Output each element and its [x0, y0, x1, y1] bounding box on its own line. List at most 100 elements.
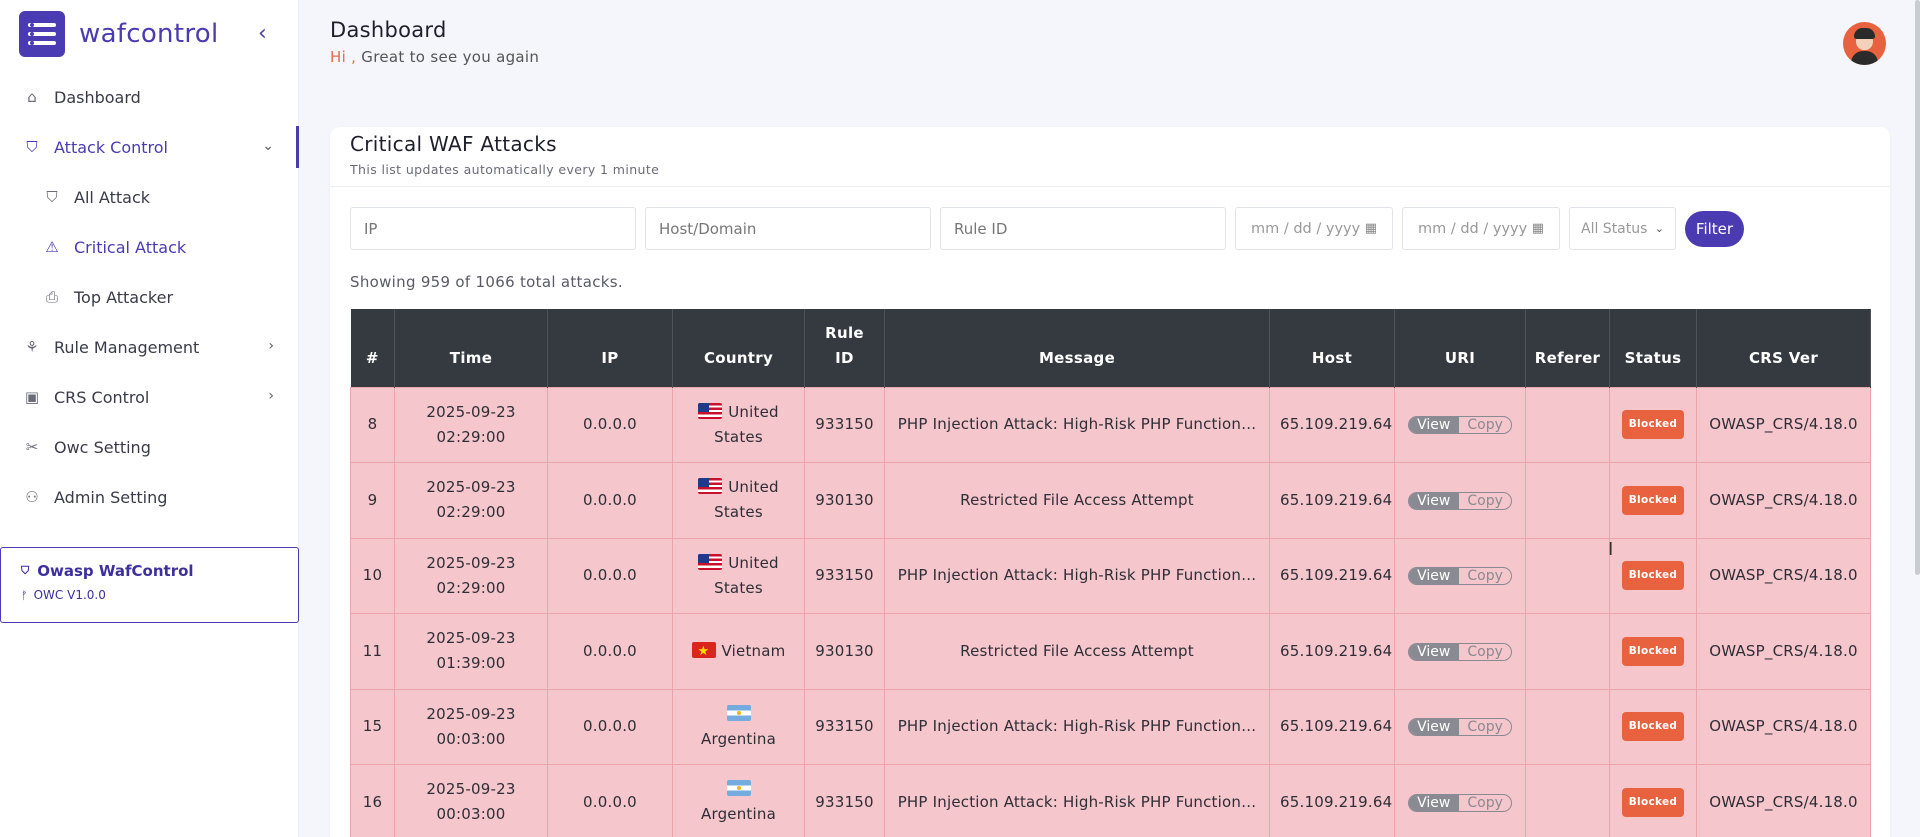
date-to-input[interactable]: mm / dd / yyyy ▦: [1402, 207, 1560, 250]
home-icon: ⌂: [27, 88, 37, 106]
cell-message: PHP Injection Attack: High-Risk PHP Func…: [884, 688, 1270, 765]
col-header-rule-id[interactable]: Rule ID: [804, 309, 885, 387]
cell-status: Blocked: [1609, 688, 1697, 765]
col-header-country[interactable]: Country: [672, 309, 805, 387]
copy-uri-button[interactable]: Copy: [1458, 794, 1511, 811]
uri-button-group: View Copy: [1408, 793, 1512, 812]
uri-button-group: View Copy: [1408, 491, 1512, 510]
cell-referer: [1525, 613, 1610, 690]
nodes-icon: ⚘: [25, 338, 39, 356]
greeting-text: Great to see you again: [361, 48, 540, 66]
col-header-referer[interactable]: Referer: [1525, 309, 1610, 387]
cell-message: PHP Injection Attack: High-Risk PHP Func…: [884, 386, 1270, 463]
status-badge: Blocked: [1621, 561, 1685, 591]
cell-referer: [1525, 764, 1610, 837]
filter-button[interactable]: Filter: [1685, 210, 1744, 247]
cell-country: United States: [672, 386, 805, 463]
sidebar-item-attack-control[interactable]: ⛉ Attack Control ⌄: [0, 122, 299, 172]
host-input[interactable]: [645, 207, 931, 250]
calendar-icon[interactable]: ▦: [1532, 221, 1544, 236]
sidebar-item-admin-setting[interactable]: ⚇ Admin Setting: [0, 472, 299, 522]
cell-message: Restricted File Access Attempt: [884, 613, 1270, 690]
brand-logo-icon: [19, 11, 65, 57]
col-header-ip[interactable]: IP: [547, 309, 673, 387]
rule-id-input[interactable]: [940, 207, 1226, 250]
sidebar-item-top-attacker[interactable]: ⎙ Top Attacker: [0, 272, 299, 322]
view-uri-button[interactable]: View: [1409, 719, 1459, 736]
view-uri-button[interactable]: View: [1409, 643, 1459, 660]
table-row[interactable]: 16 2025-09-23 00:03:00 0.0.0.0 Argentina 9331…: [350, 764, 1871, 837]
col-header-crs[interactable]: CRS Ver: [1696, 309, 1871, 387]
date-from-input[interactable]: mm / dd / yyyy ▦: [1235, 207, 1393, 250]
cell-crs: OWASP_CRS/4.18.0: [1696, 537, 1871, 614]
table-header-row: # Time IP Country Rule ID Message Host UR…: [350, 309, 1871, 387]
table-row[interactable]: 8 2025-09-23 02:29:00 0.0.0.0 United States 93…: [350, 386, 1871, 463]
col-header-message[interactable]: Message: [884, 309, 1270, 387]
table-row[interactable]: 10 2025-09-23 02:29:00 0.0.0.0 United States 9…: [350, 537, 1871, 614]
status-select[interactable]: All Status ⌄: [1569, 207, 1676, 250]
cell-uri: View Copy: [1394, 688, 1526, 765]
col-header-host[interactable]: Host: [1269, 309, 1395, 387]
cell-message: PHP Injection Attack: High-Risk PHP Func…: [884, 537, 1270, 614]
status-badge: Blocked: [1621, 410, 1685, 440]
sidebar-item-label: Top Attacker: [74, 287, 174, 307]
brand-name: wafcontrol: [79, 19, 219, 49]
chevron-right-icon: ›: [268, 388, 274, 404]
sidebar-item-all-attack[interactable]: ⛉ All Attack: [0, 172, 299, 222]
cell-crs: OWASP_CRS/4.18.0: [1696, 386, 1871, 463]
view-uri-button[interactable]: View: [1409, 568, 1459, 585]
cell-message: Restricted File Access Attempt: [884, 462, 1270, 539]
view-uri-button[interactable]: View: [1409, 417, 1459, 434]
sidebar-item-owc-setting[interactable]: ✂ Owc Setting: [0, 422, 299, 472]
sidebar-item-critical-attack[interactable]: ⚠ Critical Attack: [0, 222, 299, 272]
cell-crs: OWASP_CRS/4.18.0: [1696, 462, 1871, 539]
cell-rule-id: 933150: [804, 537, 885, 614]
avatar[interactable]: [1843, 22, 1886, 65]
col-header-time[interactable]: Time: [394, 309, 548, 387]
sidebar-nav: ⌂ Dashboard ⛉ Attack Control ⌄ ⛉ All Att…: [0, 72, 299, 522]
cell-uri: View Copy: [1394, 537, 1526, 614]
attacks-card: Critical WAF Attacks This list updates a…: [330, 127, 1890, 837]
view-uri-button[interactable]: View: [1409, 794, 1459, 811]
copy-uri-button[interactable]: Copy: [1458, 719, 1511, 736]
brand[interactable]: wafcontrol: [19, 11, 218, 57]
cell-time: 2025-09-23 02:29:00: [394, 537, 548, 614]
col-header-status[interactable]: Status: [1609, 309, 1697, 387]
col-header-uri[interactable]: URI: [1394, 309, 1526, 387]
table-row[interactable]: 15 2025-09-23 00:03:00 0.0.0.0 Argentina 9331…: [350, 688, 1871, 765]
cell-ip: 0.0.0.0: [547, 613, 673, 690]
cell-rule-id: 933150: [804, 764, 885, 837]
sidebar-item-label: Rule Management: [54, 337, 200, 357]
cell-host: 65.109.219.64: [1269, 764, 1395, 837]
copy-uri-button[interactable]: Copy: [1458, 492, 1511, 509]
sidebar-item-label: CRS Control: [54, 387, 150, 407]
cell-num: 16: [350, 764, 395, 837]
view-uri-button[interactable]: View: [1409, 492, 1459, 509]
page-scrollbar[interactable]: [1915, 0, 1920, 575]
date-to-value: mm / dd / yyyy: [1418, 220, 1528, 237]
sidebar-item-rule-management[interactable]: ⚘ Rule Management ›: [0, 322, 299, 372]
cell-rule-id: 933150: [804, 688, 885, 765]
page-title: Dashboard: [330, 18, 447, 42]
copy-uri-button[interactable]: Copy: [1458, 643, 1511, 660]
sidebar-collapse-chevron-left-icon[interactable]: ‹: [258, 22, 278, 46]
col-header-num[interactable]: #: [350, 309, 395, 387]
cell-num: 15: [350, 688, 395, 765]
copy-uri-button[interactable]: Copy: [1458, 568, 1511, 585]
calendar-icon[interactable]: ▦: [1365, 221, 1377, 236]
shield-icon: ⛉: [46, 188, 58, 206]
table-row[interactable]: 9 2025-09-23 02:29:00 0.0.0.0 United States 93…: [350, 462, 1871, 539]
cell-status: Blocked: [1609, 613, 1697, 690]
ip-input[interactable]: [350, 207, 636, 250]
table-row[interactable]: 112025-09-2301:39:000.0.0.0Vietnam930130…: [350, 613, 1871, 690]
sidebar-item-crs-control[interactable]: ▣ CRS Control ›: [0, 372, 299, 422]
sidebar-item-dashboard[interactable]: ⌂ Dashboard: [0, 72, 299, 122]
status-badge: Blocked: [1621, 485, 1685, 515]
cell-referer: [1525, 462, 1610, 539]
version-label: OWC V1.0.0: [33, 588, 106, 602]
argentina-flag-icon: [726, 780, 751, 797]
copy-uri-button[interactable]: Copy: [1458, 417, 1511, 434]
git-branch-icon: ᚠ: [21, 588, 28, 602]
chevron-down-icon: ⌄: [1654, 222, 1664, 235]
sidebar: wafcontrol ‹ ⌂ Dashboard ⛉ Attack Contro…: [0, 0, 299, 837]
